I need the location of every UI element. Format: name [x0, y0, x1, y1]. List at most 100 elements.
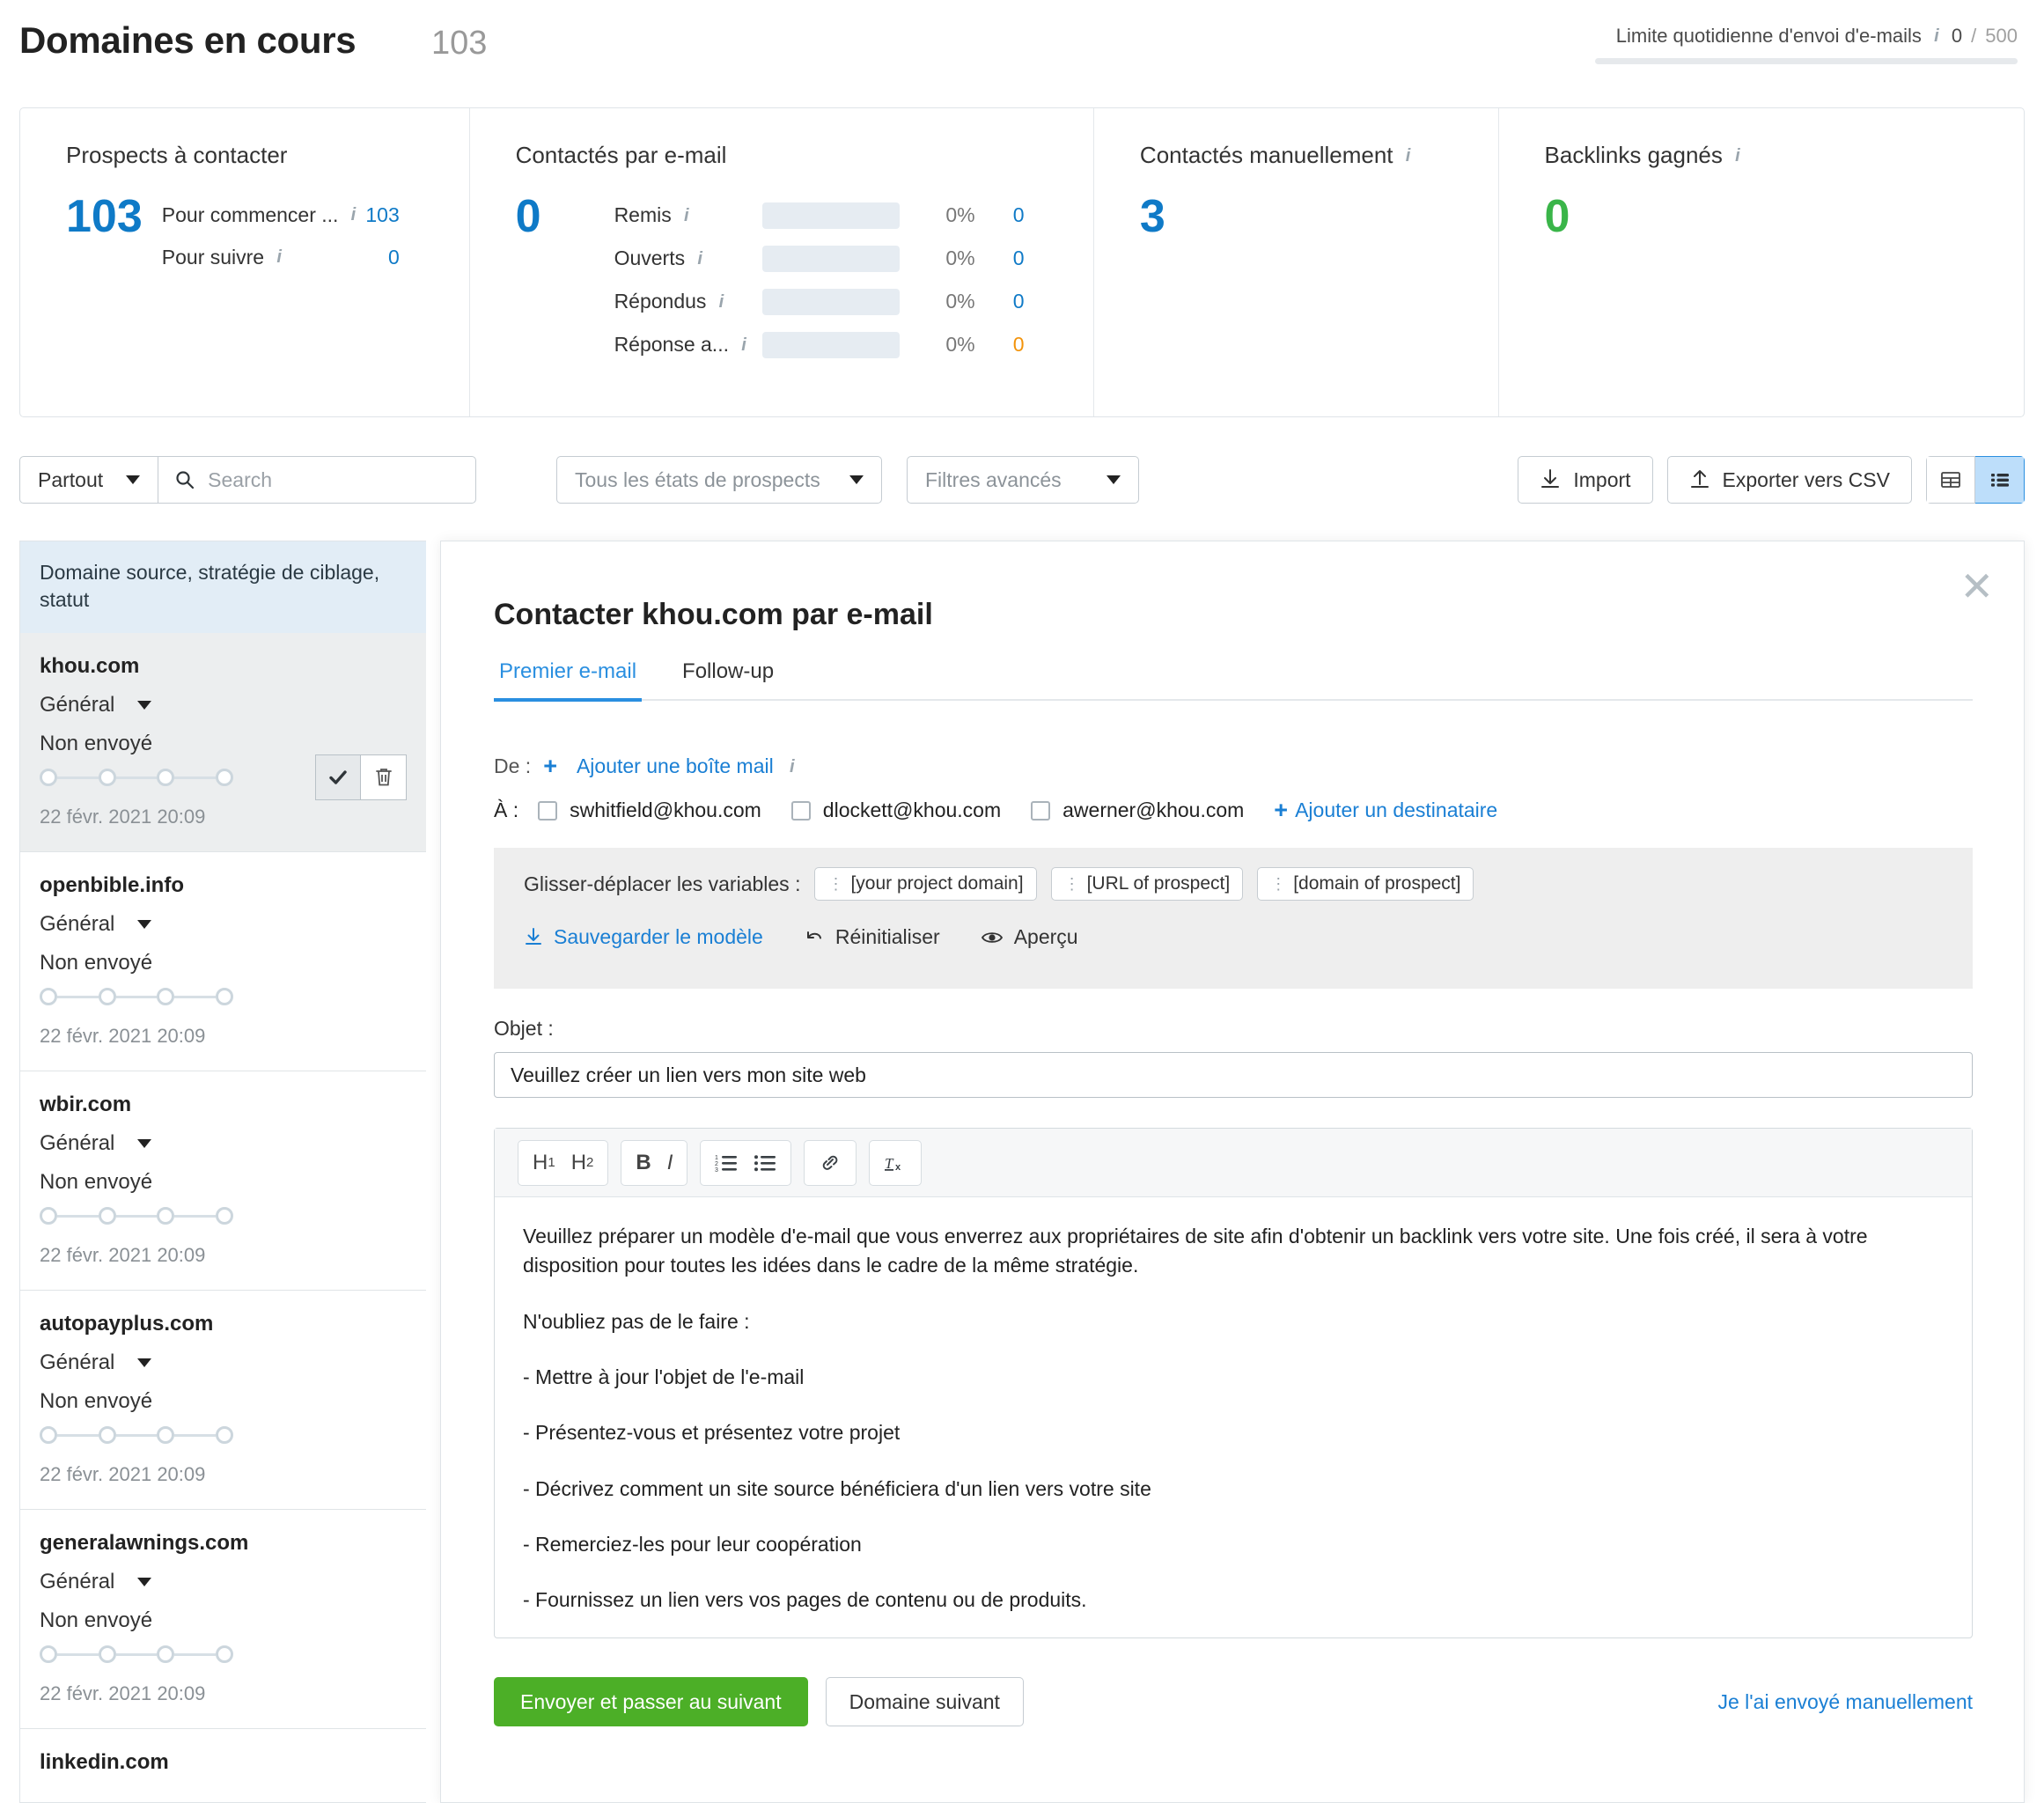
prospect-states-select[interactable]: Tous les états de prospects [556, 456, 882, 504]
variable-chip-label: [your project domain] [850, 873, 1024, 894]
sent-manually-link[interactable]: Je l'ai envoyé manuellement [1718, 1690, 1974, 1714]
link-button[interactable] [819, 1152, 842, 1174]
domain-list-sidebar[interactable]: Domaine source, stratégie de ciblage, st… [19, 541, 426, 1803]
domain-list-item[interactable]: linkedin.com [20, 1729, 426, 1802]
variable-chip-prospect-domain[interactable]: ⋮ [domain of prospect] [1257, 867, 1474, 901]
reset-template-label: Réinitialiser [835, 925, 940, 948]
import-button[interactable]: Import [1518, 456, 1653, 504]
heading-2-button[interactable]: H2 [571, 1151, 594, 1175]
stat-emailed: Contactés par e-mail 0 Remis i 0% 0 Ouver… [468, 108, 1093, 416]
eye-icon [981, 928, 1004, 947]
step-dot [40, 1645, 57, 1664]
stat-row-delivered-pct: 0% [945, 203, 975, 226]
recipient-option[interactable]: swhitfield@khou.com [538, 798, 761, 822]
advanced-filters-select[interactable]: Filtres avancés [907, 456, 1139, 504]
info-icon[interactable]: i [786, 758, 798, 776]
info-icon[interactable]: i [1732, 147, 1744, 165]
template-actions: Sauvegarder le modèle Réinitialiser Aper… [524, 925, 1943, 949]
subject-input[interactable]: Veuillez créer un lien vers mon site web [494, 1052, 1973, 1098]
table-view-button[interactable] [1926, 456, 1975, 504]
stat-row-opened-count[interactable]: 0 [975, 247, 1025, 270]
add-mailbox-link[interactable]: Ajouter une boîte mail [577, 754, 774, 778]
export-csv-button[interactable]: Exporter vers CSV [1666, 456, 1912, 504]
domain-list-item[interactable]: autopayplus.com Général Non envoyé 22 fé… [20, 1291, 426, 1511]
panel-title: Contacter khou.com par e-mail [494, 598, 933, 631]
tab-first-email[interactable]: Premier e-mail [494, 659, 643, 702]
undo-icon [804, 928, 825, 947]
italic-button[interactable]: I [667, 1151, 673, 1175]
close-icon[interactable]: ✕ [1959, 566, 1994, 607]
info-icon[interactable]: i [347, 206, 359, 224]
stat-row-response-awaiting-count[interactable]: 0 [975, 333, 1025, 357]
info-icon[interactable]: i [1930, 27, 1943, 45]
search-input[interactable]: Search [158, 457, 475, 503]
info-icon[interactable]: i [738, 336, 750, 354]
stat-row-to-start-value[interactable]: 103 [365, 203, 399, 227]
recipient-option[interactable]: dlockett@khou.com [790, 798, 1001, 822]
variable-chip-prospect-url[interactable]: ⋮ [URL of prospect] [1050, 867, 1244, 901]
email-body-editor[interactable]: H1 H2 B I 1 2 3 T x Veuillez préparer un… [494, 1128, 1973, 1638]
advanced-filters-label: Filtres avancés [925, 467, 1062, 491]
tab-follow-up[interactable]: Follow-up [677, 659, 779, 699]
domain-list-item[interactable]: khou.com Général Non envoyé 22 févr. 202… [20, 633, 426, 853]
list-view-button[interactable] [1975, 456, 2025, 504]
bullet-list-button[interactable] [754, 1153, 776, 1173]
step-line [174, 1214, 217, 1218]
stat-row-delivered-count[interactable]: 0 [975, 203, 1025, 227]
domain-date: 22 févr. 2021 20:09 [40, 806, 206, 828]
stat-row-opened-pct: 0% [945, 247, 975, 269]
next-domain-button[interactable]: Domaine suivant [825, 1677, 1024, 1726]
domain-progress-stepper [40, 1207, 234, 1225]
domain-list-item[interactable]: wbir.com Général Non envoyé 22 févr. 202… [20, 1071, 426, 1292]
send-and-next-button[interactable]: Envoyer et passer au suivant [494, 1677, 808, 1726]
domain-strategy-select[interactable]: Général [40, 1350, 407, 1375]
info-icon[interactable]: i [715, 293, 727, 311]
recipient-checkbox[interactable] [538, 800, 558, 821]
stat-row-replied-bar [761, 288, 900, 315]
link-group [804, 1139, 857, 1186]
grip-icon: ⋮ [827, 874, 843, 893]
domain-strategy-select[interactable]: Général [40, 912, 407, 937]
heading-1-button[interactable]: H1 [533, 1151, 555, 1175]
recipient-checkbox[interactable] [790, 800, 811, 821]
domain-name: autopayplus.com [40, 1312, 214, 1336]
clear-format-button[interactable]: T x [884, 1152, 907, 1174]
editor-content[interactable]: Veuillez préparer un modèle d'e-mail que… [495, 1197, 1972, 1667]
info-icon[interactable]: i [273, 248, 285, 266]
stat-row-to-follow-value[interactable]: 0 [388, 246, 400, 269]
recipient-email: awerner@khou.com [1062, 798, 1245, 821]
domain-strategy-select[interactable]: Général [40, 1131, 407, 1156]
search-scope-select[interactable]: Partout [20, 457, 159, 503]
toolbar-right-actions: Import Exporter vers CSV [1518, 456, 2025, 504]
domain-item-actions [315, 754, 407, 801]
body-paragraph: - Fournissez un lien vers vos pages de c… [523, 1588, 1087, 1612]
step-line [115, 1433, 158, 1437]
domain-strategy-select[interactable]: Général [40, 693, 407, 718]
info-icon[interactable]: i [694, 250, 706, 268]
stat-prospects-title: Prospects à contacter [66, 142, 288, 168]
to-row: À : swhitfield@khou.com dlockett@khou.co… [494, 797, 1497, 824]
recipient-checkbox[interactable] [1031, 800, 1051, 821]
domain-strategy-label: Général [40, 912, 115, 937]
delete-domain-button[interactable] [361, 754, 407, 801]
add-recipient-link[interactable]: Ajouter un destinataire [1295, 798, 1497, 822]
mark-done-button[interactable] [315, 754, 361, 801]
variable-chip-project-domain[interactable]: ⋮ [your project domain] [814, 867, 1037, 901]
step-line [57, 776, 99, 779]
bold-button[interactable]: B [636, 1151, 651, 1175]
list-icon [1989, 468, 2011, 491]
step-dot [98, 1426, 116, 1445]
domain-list-item[interactable]: openbible.info Général Non envoyé 22 fév… [20, 852, 426, 1072]
preview-button[interactable]: Aperçu [981, 925, 1078, 949]
save-template-button[interactable]: Sauvegarder le modèle [524, 925, 763, 949]
heading-group: H1 H2 [518, 1139, 609, 1186]
domain-name: khou.com [40, 654, 140, 679]
domain-list-item[interactable]: generalawnings.com Général Non envoyé 22… [20, 1510, 426, 1730]
recipient-option[interactable]: awerner@khou.com [1031, 798, 1244, 822]
info-icon[interactable]: i [680, 207, 693, 224]
reset-template-button[interactable]: Réinitialiser [804, 925, 940, 949]
info-icon[interactable]: i [1402, 147, 1415, 165]
ordered-list-button[interactable]: 1 2 3 [715, 1153, 738, 1173]
domain-strategy-select[interactable]: Général [40, 1570, 407, 1594]
stat-row-replied-count[interactable]: 0 [975, 290, 1025, 313]
